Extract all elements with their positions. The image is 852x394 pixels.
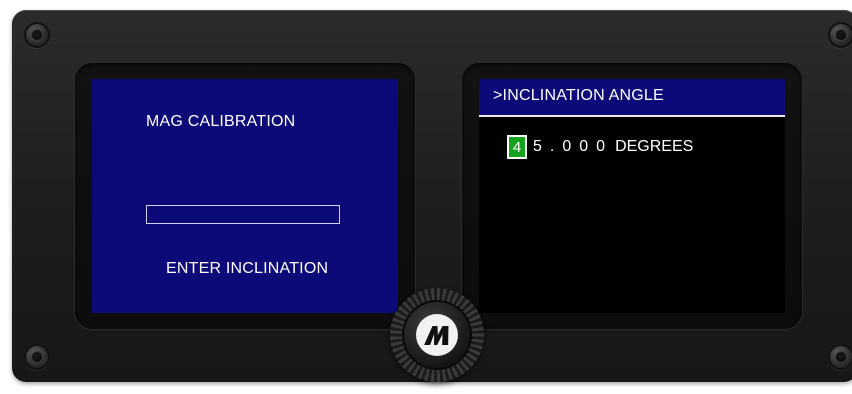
rotary-knob[interactable] (390, 288, 484, 382)
value-digit: 5 (533, 138, 542, 155)
value-digit: 0 (562, 138, 572, 155)
inclination-value[interactable]: 4 5 . 0 0 0 DEGREES (507, 135, 693, 159)
digit-cursor[interactable]: 4 (507, 135, 527, 159)
screw-top-right-icon (828, 22, 852, 48)
m-logo-icon (416, 314, 458, 356)
value-digit: 0 (596, 138, 606, 155)
left-display-title: MAG CALIBRATION (146, 113, 296, 130)
left-display: MAG CALIBRATION ENTER INCLINATION (92, 79, 398, 313)
left-display-prompt: ENTER INCLINATION (166, 260, 329, 277)
m-logo-glyph (424, 326, 449, 345)
right-display-header-label: >INCLINATION ANGLE (493, 87, 664, 104)
value-decimal-point: . (549, 138, 555, 155)
screw-top-left-icon (24, 22, 50, 48)
value-unit: DEGREES (615, 138, 694, 155)
right-display-header: >INCLINATION ANGLE (479, 79, 785, 117)
value-digit: 0 (579, 138, 589, 155)
right-display: >INCLINATION ANGLE 4 5 . 0 0 0 DEGREES (479, 79, 785, 313)
knob-cap[interactable] (402, 300, 472, 370)
calibration-progress-bar (146, 205, 340, 224)
screw-bottom-right-icon (828, 344, 852, 370)
screw-bottom-left-icon (24, 344, 50, 370)
